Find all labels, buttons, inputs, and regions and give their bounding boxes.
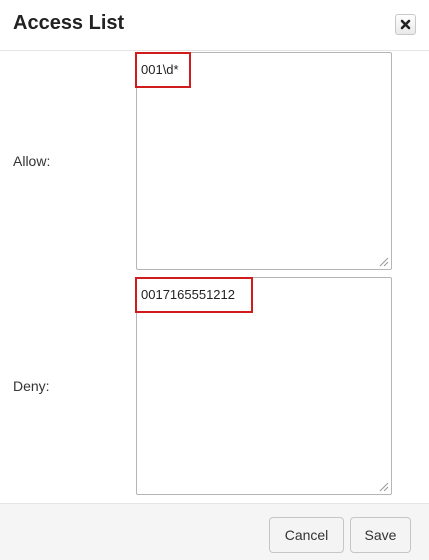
dialog-footer: Cancel Save (0, 503, 429, 560)
allow-label: Allow: (13, 153, 51, 169)
deny-textarea[interactable] (137, 278, 391, 494)
deny-label: Deny: (13, 378, 50, 394)
allow-field (135, 52, 392, 270)
dialog-header: Access List (0, 0, 429, 51)
close-x-icon (400, 19, 411, 30)
allow-textarea[interactable] (137, 53, 391, 269)
save-button[interactable]: Save (350, 517, 411, 553)
deny-field (135, 277, 392, 495)
resize-grip-icon[interactable] (379, 257, 389, 267)
cancel-button[interactable]: Cancel (269, 517, 344, 553)
access-list-dialog: Access List Allow: Deny: Cancel Save (0, 0, 429, 560)
dialog-title: Access List (13, 12, 125, 34)
close-button[interactable] (395, 14, 416, 35)
resize-grip-icon[interactable] (379, 482, 389, 492)
